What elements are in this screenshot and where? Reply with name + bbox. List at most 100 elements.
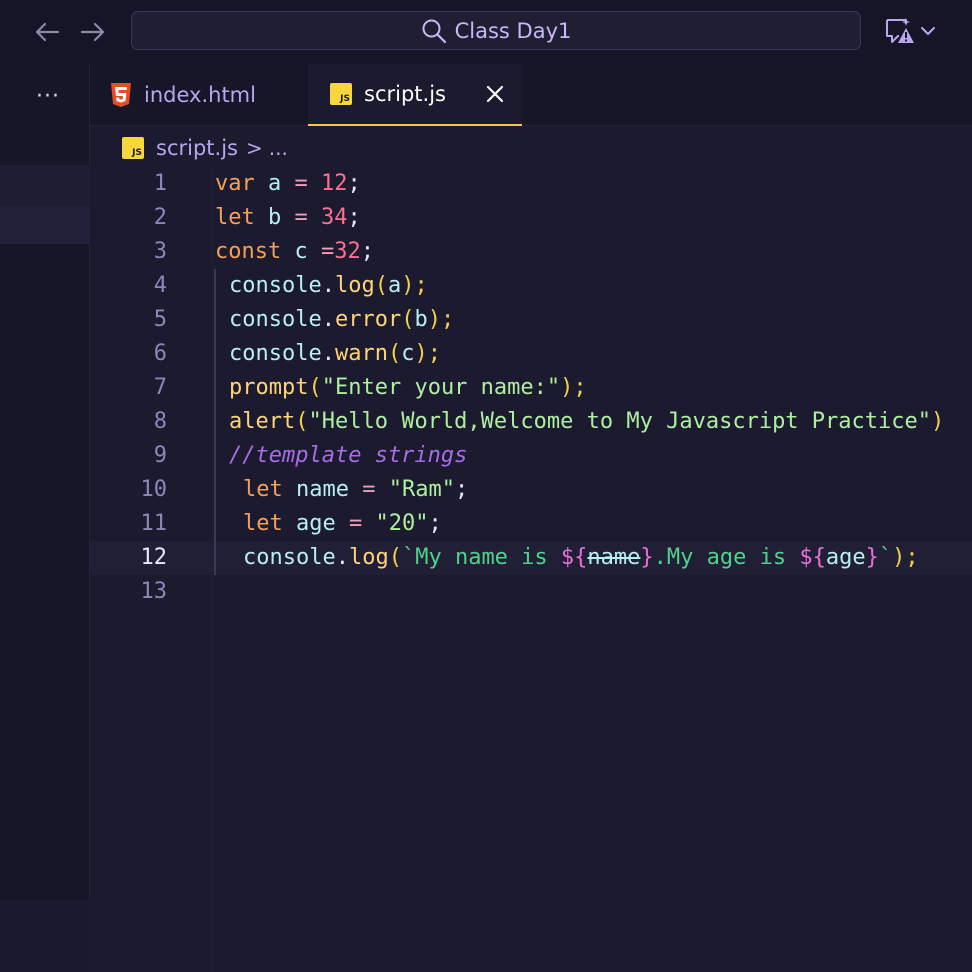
forward-button[interactable]: [77, 16, 109, 48]
code-token: let: [243, 477, 283, 502]
code-token: "Ram": [388, 477, 455, 502]
js-icon: JS: [122, 137, 144, 159]
code-token: ;: [347, 171, 361, 196]
code-token: 34: [321, 205, 348, 230]
sidebar-selected-row[interactable]: [0, 206, 90, 244]
code-token: ): [931, 409, 945, 434]
code-token: (: [388, 545, 402, 570]
code-token: "Hello World,Welcome to My Javascript Pr…: [308, 409, 932, 434]
code-token: prompt: [229, 375, 309, 400]
code-text: console.error(b);: [229, 303, 454, 337]
code-line[interactable]: 11 let age = "20";: [90, 507, 972, 541]
code-line[interactable]: 8 alert("Hello World,Welcome to My Javasc…: [90, 405, 972, 439]
tab-bar: index.html JS script.js: [90, 64, 972, 126]
code-token: 32: [334, 239, 361, 264]
code-token: );: [560, 375, 587, 400]
code-token: `: [878, 545, 893, 570]
code-text: //template strings: [229, 439, 467, 473]
code-token: ;: [454, 477, 469, 502]
copilot-warning-icon: [886, 18, 914, 43]
copilot-button[interactable]: [884, 14, 944, 48]
code-text: console.log(a);: [229, 269, 428, 303]
line-number: 12: [140, 545, 168, 570]
code-token: console: [229, 341, 322, 366]
code-token: log: [348, 545, 389, 570]
code-token: );: [414, 341, 441, 366]
sidebar: [0, 64, 90, 972]
breadcrumb-file[interactable]: script.js: [156, 136, 238, 160]
code-token: console: [243, 545, 336, 570]
close-tab-button[interactable]: [482, 81, 508, 107]
code-text: let name = "Ram";: [243, 473, 468, 507]
code-token: .: [335, 545, 349, 570]
tab-script-js[interactable]: JS script.js: [308, 64, 522, 126]
line-number: 6: [153, 341, 167, 366]
code-token: console: [229, 273, 322, 298]
code-token: (: [387, 341, 402, 366]
code-token: log: [334, 273, 375, 298]
code-token: ${: [560, 545, 588, 570]
code-token: 12: [321, 171, 348, 196]
code-token: (: [401, 307, 415, 332]
search-icon: [422, 19, 446, 43]
code-line[interactable]: 13: [90, 575, 972, 609]
code-token: age: [825, 545, 866, 570]
code-token: console: [229, 307, 322, 332]
sidebar-section-header: [0, 165, 90, 207]
code-token: =: [294, 171, 308, 196]
code-line[interactable]: 7 prompt("Enter your name:");: [90, 371, 972, 405]
code-token: warn: [334, 341, 388, 366]
tab-label: index.html: [144, 83, 256, 107]
tab-index-html[interactable]: index.html: [110, 64, 308, 126]
code-line[interactable]: 12 console.log(`My name is ${name}.My age…: [90, 541, 972, 575]
line-number: 11: [140, 511, 168, 536]
code-line[interactable]: 2 let b = 34;: [90, 201, 972, 235]
code-line[interactable]: 3 const c =32;: [90, 235, 972, 269]
line-number: 1: [153, 171, 167, 196]
line-number: 10: [140, 477, 168, 502]
code-editor[interactable]: 1 var a = 12; 2 let b = 34; 3 const c =32; 4 co…: [90, 166, 972, 972]
more-actions-button[interactable]: ···: [36, 84, 60, 109]
code-token: ;: [360, 239, 374, 264]
arrow-left-icon: [35, 22, 60, 42]
code-line[interactable]: 9 //template strings: [90, 439, 972, 473]
code-token: name: [282, 477, 363, 502]
close-icon: [486, 85, 504, 103]
breadcrumb: JS script.js > ...: [122, 132, 288, 164]
breadcrumb-more[interactable]: ...: [269, 136, 288, 160]
breadcrumb-separator: >: [245, 136, 263, 160]
back-button[interactable]: [31, 16, 63, 48]
code-token: (: [308, 375, 322, 400]
code-token: ;: [347, 205, 361, 230]
code-token: .My age is: [653, 545, 800, 570]
code-text: const c =32;: [215, 235, 374, 269]
code-token: b: [414, 307, 428, 332]
code-token: a: [254, 171, 295, 196]
code-token: const: [215, 239, 282, 264]
code-line[interactable]: 1 var a = 12;: [90, 167, 972, 201]
code-token: "Enter your name:": [321, 375, 561, 400]
line-number: 13: [140, 579, 168, 604]
code-token: age: [282, 511, 349, 536]
code-token: name: [587, 545, 641, 570]
code-token: alert: [229, 409, 296, 434]
code-token: ;: [428, 511, 442, 536]
line-number: 8: [153, 409, 167, 434]
code-token: );: [401, 273, 428, 298]
command-center-search[interactable]: Class Day1: [131, 11, 861, 50]
code-token: b: [254, 205, 295, 230]
code-line[interactable]: 5 console.error(b);: [90, 303, 972, 337]
code-token: error: [334, 307, 402, 332]
code-text: console.log(`My name is ${name}.My age i…: [243, 541, 919, 575]
code-text: console.warn(c);: [229, 337, 441, 371]
code-token: }: [640, 545, 654, 570]
code-token: c: [281, 239, 321, 264]
code-line[interactable]: 4 console.log(a);: [90, 269, 972, 303]
code-line[interactable]: 10 let name = "Ram";: [90, 473, 972, 507]
code-line[interactable]: 6 console.warn(c);: [90, 337, 972, 371]
code-text: alert("Hello World,Welcome to My Javascr…: [229, 405, 944, 439]
code-token: var: [215, 171, 255, 196]
code-token: (: [374, 273, 388, 298]
